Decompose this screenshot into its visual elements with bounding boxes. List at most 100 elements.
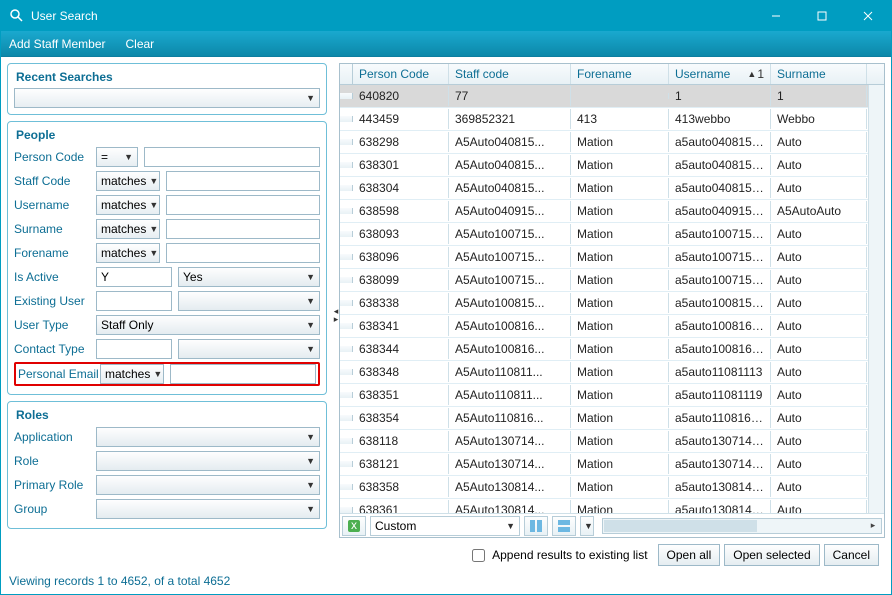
results-pane: Person Code Staff code Forename Username… [339, 57, 891, 572]
table-row[interactable]: 638338A5Auto100815...Mationa5auto1008154… [340, 292, 868, 315]
people-panel: People Person Code =▼ Staff Code matches… [7, 121, 327, 395]
status-bar: Viewing records 1 to 4652, of a total 46… [1, 572, 891, 594]
open-all-button[interactable]: Open all [658, 544, 721, 566]
append-checkbox-input[interactable] [472, 549, 485, 562]
staff-code-op[interactable]: matches▼ [96, 171, 160, 191]
menu-clear[interactable]: Clear [126, 37, 155, 51]
table-row[interactable]: 638099A5Auto100715...Mationa5auto1007154… [340, 269, 868, 292]
table-row[interactable]: 6408207711 [340, 85, 868, 108]
is-active-input[interactable]: Y [96, 267, 172, 287]
label-is-active: Is Active [14, 270, 96, 284]
label-person-code: Person Code [14, 150, 96, 164]
user-type-combo[interactable]: Staff Only▼ [96, 315, 320, 335]
col-forename[interactable]: Forename [571, 64, 669, 84]
surname-op[interactable]: matches▼ [96, 219, 160, 239]
cancel-button[interactable]: Cancel [824, 544, 879, 566]
table-row[interactable]: 638093A5Auto100715...Mationa5auto1007153… [340, 223, 868, 246]
label-staff-code: Staff Code [14, 174, 96, 188]
personal-email-op[interactable]: matches▼ [100, 364, 164, 384]
staff-code-input[interactable] [166, 171, 320, 191]
existing-user-input[interactable] [96, 291, 172, 311]
recent-searches-panel: Recent Searches ▼ [7, 63, 327, 115]
label-existing-user: Existing User [14, 294, 96, 308]
person-code-input[interactable] [144, 147, 320, 167]
titlebar: User Search [1, 1, 891, 31]
window-title: User Search [31, 9, 753, 23]
toolbar-dropdown[interactable]: ▼ [580, 516, 594, 536]
table-row[interactable]: 638298A5Auto040815...Mationa5auto0408151… [340, 131, 868, 154]
maximize-button[interactable] [799, 1, 845, 31]
roles-heading: Roles [14, 406, 320, 426]
vertical-scrollbar[interactable] [868, 85, 884, 513]
table-row[interactable]: 638341A5Auto100816...Mationa5auto1008163… [340, 315, 868, 338]
svg-text:x: x [351, 519, 357, 532]
forename-input[interactable] [166, 243, 320, 263]
contact-type-combo[interactable]: ▼ [178, 339, 320, 359]
col-username[interactable]: Username▲ 1 [669, 64, 771, 84]
label-forename: Forename [14, 246, 96, 260]
filter-pane: Recent Searches ▼ People Person Code =▼ … [1, 57, 333, 572]
label-application: Application [14, 430, 96, 444]
table-row[interactable]: 638361A5Auto130814...Mationa5auto1308143… [340, 499, 868, 513]
table-row[interactable]: 638304A5Auto040815...Mationa5auto0408153… [340, 177, 868, 200]
table-row[interactable]: 638301A5Auto040815...Mationa5auto0408151… [340, 154, 868, 177]
label-primary-role: Primary Role [14, 478, 96, 492]
close-button[interactable] [845, 1, 891, 31]
person-code-op[interactable]: =▼ [96, 147, 138, 167]
table-row[interactable]: 443459369852321413413webboWebbo [340, 108, 868, 131]
col-surname[interactable]: Surname [771, 64, 867, 84]
table-row[interactable]: 638598A5Auto040915...Mationa5auto0409152… [340, 200, 868, 223]
username-input[interactable] [166, 195, 320, 215]
label-personal-email: Personal Email [18, 367, 100, 381]
table-row[interactable]: 638351A5Auto110811...Mationa5auto1108111… [340, 384, 868, 407]
surname-input[interactable] [166, 219, 320, 239]
grid-toolbar: x Custom▼ ▼ ◂▸ [340, 513, 884, 537]
sort-asc-icon: ▲ 1 [747, 67, 764, 81]
forename-op[interactable]: matches▼ [96, 243, 160, 263]
primary-role-combo[interactable]: ▼ [96, 475, 320, 495]
table-row[interactable]: 638348A5Auto110811...Mationa5auto1108111… [340, 361, 868, 384]
username-op[interactable]: matches▼ [96, 195, 160, 215]
export-button[interactable]: x [342, 516, 366, 536]
label-contact-type: Contact Type [14, 342, 96, 356]
menu-add-staff[interactable]: Add Staff Member [9, 37, 106, 51]
chevron-down-icon: ▼ [306, 93, 315, 103]
label-username: Username [14, 198, 96, 212]
is-active-combo[interactable]: Yes▼ [178, 267, 320, 287]
results-grid: Person Code Staff code Forename Username… [339, 63, 885, 538]
minimize-button[interactable] [753, 1, 799, 31]
table-row[interactable]: 638358A5Auto130814...Mationa5auto1308140… [340, 476, 868, 499]
label-group: Group [14, 502, 96, 516]
view-button-1[interactable] [524, 516, 548, 536]
contact-type-input[interactable] [96, 339, 172, 359]
grid-body[interactable]: 6408207711443459369852321413413webboWebb… [340, 85, 868, 513]
col-person-code[interactable]: Person Code [353, 64, 449, 84]
people-heading: People [14, 126, 320, 146]
app-icon [9, 8, 25, 24]
menubar: Add Staff Member Clear [1, 31, 891, 57]
role-combo[interactable]: ▼ [96, 451, 320, 471]
label-role: Role [14, 454, 96, 468]
application-combo[interactable]: ▼ [96, 427, 320, 447]
view-button-2[interactable] [552, 516, 576, 536]
footer-buttons: Append results to existing list Open all… [339, 538, 885, 572]
recent-searches-combo[interactable]: ▼ [14, 88, 320, 108]
grid-header: Person Code Staff code Forename Username… [340, 64, 884, 85]
label-surname: Surname [14, 222, 96, 236]
table-row[interactable]: 638121A5Auto130714...Mationa5auto1307143… [340, 453, 868, 476]
append-checkbox[interactable]: Append results to existing list [468, 546, 647, 565]
group-combo[interactable]: ▼ [96, 499, 320, 519]
recent-heading: Recent Searches [14, 68, 320, 88]
table-row[interactable]: 638118A5Auto130714...Mationa5auto1307143… [340, 430, 868, 453]
table-row[interactable]: 638096A5Auto100715...Mationa5auto1007154… [340, 246, 868, 269]
table-row[interactable]: 638344A5Auto100816...Mationa5auto1008164… [340, 338, 868, 361]
layout-combo[interactable]: Custom▼ [370, 516, 520, 536]
label-user-type: User Type [14, 318, 96, 332]
table-row[interactable]: 638354A5Auto110816...Mationa5auto1108163… [340, 407, 868, 430]
personal-email-input[interactable] [170, 364, 316, 384]
existing-user-combo[interactable]: ▼ [178, 291, 320, 311]
open-selected-button[interactable]: Open selected [724, 544, 819, 566]
col-staff-code[interactable]: Staff code [449, 64, 571, 84]
roles-panel: Roles Application▼ Role▼ Primary Role▼ G… [7, 401, 327, 529]
horizontal-scrollbar[interactable]: ◂▸ [602, 518, 882, 534]
